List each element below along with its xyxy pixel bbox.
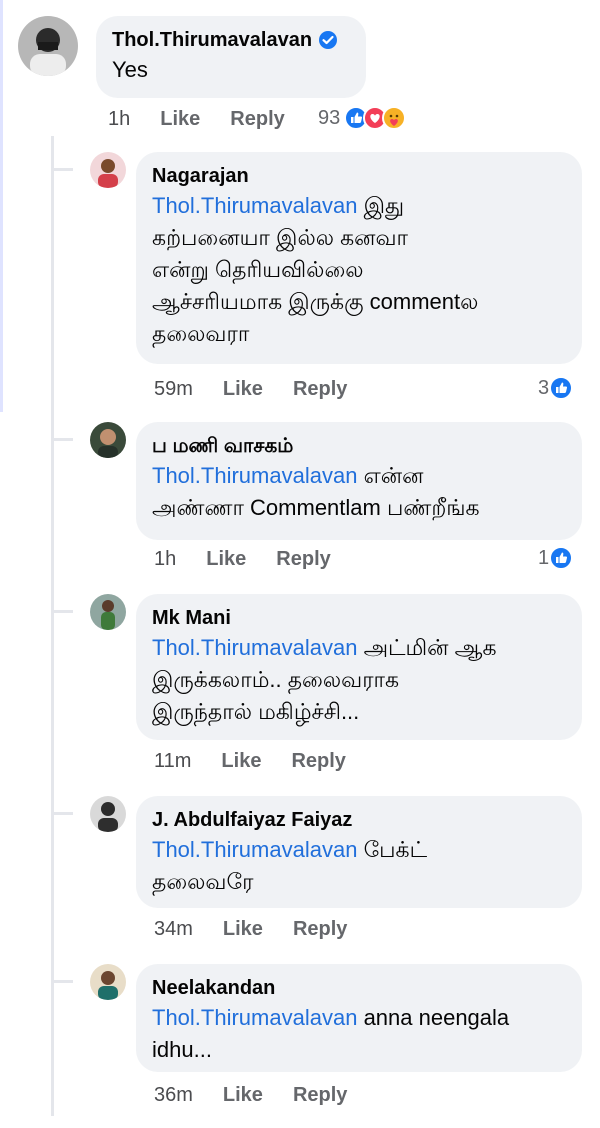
comment-bubble: Thol.Thirumavalavan Yes [96,16,366,98]
reply-button[interactable]: Reply [293,918,347,941]
reply-connector [51,980,73,983]
reply-text: Thol.Thirumavalavan anna neengala idhu..… [152,1005,510,1062]
mention-link[interactable]: Thol.Thirumavalavan [152,635,357,660]
reply-bubble: Neelakandan Thol.Thirumavalavan anna nee… [136,964,582,1072]
reply-button[interactable]: Reply [230,108,284,131]
reply-button[interactable]: Reply [293,1084,347,1107]
reply-connector [51,610,73,613]
reply-time[interactable]: 34m [154,918,193,941]
reply-button[interactable]: Reply [291,750,345,773]
reply-author[interactable]: Mk Mani [152,606,566,630]
avatar[interactable] [90,152,126,188]
reaction-count: 1 [538,546,550,569]
reaction-count: 93 [318,106,341,129]
reply-author[interactable]: Nagarajan [152,164,566,188]
reply-text: Thol.Thirumavalavan இது கற்பனையா இல்ல கன… [152,193,479,346]
verified-badge-icon [319,31,338,49]
avatar[interactable] [90,422,126,458]
thread-line [0,0,3,412]
reply-author[interactable]: Neelakandan [152,976,566,1000]
reaction-summary[interactable]: 1 [538,546,574,570]
reaction-summary[interactable]: 3 [538,376,574,400]
like-reaction-icon [549,546,574,570]
reply-bubble: Nagarajan Thol.Thirumavalavan இது கற்பனை… [136,152,582,364]
comment-author[interactable]: Thol.Thirumavalavan [112,28,312,52]
reply-time[interactable]: 11m [154,750,191,773]
mention-link[interactable]: Thol.Thirumavalavan [152,837,357,862]
like-button[interactable]: Like [223,378,263,401]
avatar[interactable] [90,964,126,1000]
avatar[interactable] [18,16,78,76]
mention-link[interactable]: Thol.Thirumavalavan [152,193,357,218]
reply-bubble: Mk Mani Thol.Thirumavalavan அட்மின் ஆக இ… [136,594,582,740]
reply-actions: 36m Like Reply [154,1084,377,1107]
avatar[interactable] [90,594,126,630]
reply-connector [51,812,73,815]
reply-button[interactable]: Reply [293,378,347,401]
reply-actions: 59m Like Reply [154,378,377,401]
reply-connector [51,168,73,171]
like-button[interactable]: Like [160,108,200,131]
reply-time[interactable]: 36m [154,1084,193,1107]
comment-time[interactable]: 1h [108,108,130,131]
mention-link[interactable]: Thol.Thirumavalavan [152,1005,357,1030]
like-button[interactable]: Like [223,918,263,941]
reply-actions: 11m Like Reply [154,750,376,773]
mention-link[interactable]: Thol.Thirumavalavan [152,463,357,488]
reply-bubble: ப மணி வாசகம் Thol.Thirumavalavan என்ன அண… [136,422,582,540]
reply-connector [51,438,73,441]
reaction-count: 3 [538,376,550,399]
like-button[interactable]: Like [206,548,246,571]
reply-actions: 1h Like Reply [154,548,361,571]
avatar[interactable] [90,796,126,832]
reply-branch-line [51,136,54,1116]
reply-text: Thol.Thirumavalavan பேக்ட் தலைவரே [152,837,428,894]
like-reaction-icon [549,376,574,400]
reply-text: Thol.Thirumavalavan அட்மின் ஆக இருக்கலாம… [152,635,497,724]
reaction-summary[interactable]: 93 [318,106,407,130]
like-button[interactable]: Like [223,1084,263,1107]
reply-text: Thol.Thirumavalavan என்ன அண்ணா Commentla… [152,463,480,520]
reply-author[interactable]: ப மணி வாசகம் [152,434,566,458]
comment-text: Yes [112,57,148,82]
reply-time[interactable]: 59m [154,378,193,401]
reply-time[interactable]: 1h [154,548,176,571]
reply-button[interactable]: Reply [276,548,330,571]
reply-bubble: J. Abdulfaiyaz Faiyaz Thol.Thirumavalava… [136,796,582,908]
care-reaction-icon [382,106,407,130]
reply-actions: 34m Like Reply [154,918,377,941]
like-button[interactable]: Like [221,750,261,773]
reply-author[interactable]: J. Abdulfaiyaz Faiyaz [152,808,566,832]
comment-actions: 1h Like Reply [108,108,315,131]
